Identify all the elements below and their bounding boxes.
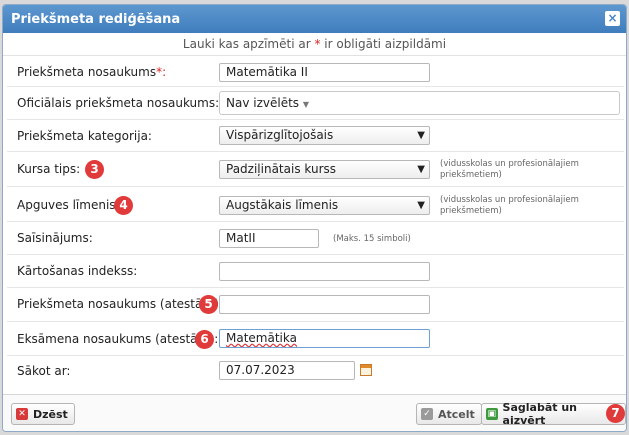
exam-name-value: Matemātika — [226, 331, 297, 345]
category-select[interactable]: Vispārizglītojošais ▼ — [219, 126, 430, 145]
exam-name-input[interactable]: Matemātika — [219, 329, 430, 348]
dialog-titlebar: Priekšmeta rediģēšana × — [3, 5, 626, 33]
save-icon: ▣ — [486, 408, 498, 420]
row-start-date: Sākot ar: 07.07.2023 — [7, 355, 624, 386]
course-type-label: Kursa tips: — [17, 162, 81, 176]
cancel-label: Atcelt — [438, 407, 475, 421]
certificate-name-label: Priekšmeta nosaukums (atestātā): — [17, 297, 224, 311]
abbreviation-input[interactable]: MatII — [219, 229, 319, 248]
exam-name-label: Eksāmena nosaukums (atestātā): — [17, 332, 219, 346]
notice-text-after: ir obligāti aizpildāmi — [320, 37, 447, 51]
step-badge-5: 5 — [199, 295, 218, 314]
row-abbreviation: Saīsinājums: MatII (Maks. 15 simboli) — [7, 221, 624, 255]
delete-button[interactable]: ✕ Dzēst — [11, 403, 75, 425]
cancel-button[interactable]: ✓ Atcelt — [416, 403, 482, 425]
save-label: Saglabāt un aizvērt — [502, 401, 577, 427]
row-course-type: Kursa tips: 3 Padziļinātais kurss ▼ (vid… — [7, 151, 624, 187]
chevron-down-icon: ▼ — [417, 200, 425, 211]
row-official-name: Oficiālais priekšmeta nosaukums: Nav izv… — [7, 86, 624, 120]
check-icon: ✓ — [421, 408, 433, 420]
category-label: Priekšmeta kategorija: — [17, 129, 152, 143]
edit-subject-dialog: Priekšmeta rediģēšana × Lauki kas apzīmē… — [2, 4, 627, 432]
sort-index-input[interactable] — [219, 262, 430, 281]
step-badge-3: 3 — [85, 160, 104, 179]
step-badge-6: 6 — [195, 330, 214, 349]
official-name-label: Oficiālais priekšmeta nosaukums: — [17, 96, 220, 110]
row-level: Apguves līmenis: 4 Augstākais līmenis ▼ … — [7, 186, 624, 222]
close-icon[interactable]: × — [605, 11, 620, 26]
dialog-footer: ✕ Dzēst ✓ Atcelt ▣ Saglabāt un aizvērt 7 — [3, 394, 626, 431]
level-value: Augstākais līmenis — [226, 198, 339, 212]
row-sort-index: Kārtošanas indekss: — [7, 254, 624, 288]
chevron-down-icon: ▼ — [417, 164, 425, 175]
subject-name-label-text: Priekšmeta nosaukums — [17, 65, 157, 79]
level-hint: (vidusskolas un profesionālajiem priekšm… — [440, 195, 579, 216]
category-value: Vispārizglītojošais — [226, 128, 334, 142]
abbreviation-hint: (Maks. 15 simboli) — [333, 234, 411, 244]
dropdown-arrow-icon: ▼ — [302, 100, 310, 109]
required-notice: Lauki kas apzīmēti ar * ir obligāti aizp… — [3, 33, 626, 56]
row-subject-name: Priekšmeta nosaukums*: Matemātika II — [7, 57, 624, 87]
chevron-down-icon: ▼ — [417, 130, 425, 141]
step-badge-4: 4 — [114, 196, 133, 215]
dialog-title: Priekšmeta rediģēšana — [11, 11, 181, 27]
course-type-hint: (vidusskolas un profesionālajiem priekšm… — [440, 159, 579, 180]
subject-name-input[interactable]: Matemātika II — [219, 63, 430, 82]
start-date-input[interactable]: 07.07.2023 — [219, 361, 355, 380]
course-type-select[interactable]: Padziļinātais kurss ▼ — [219, 160, 430, 179]
level-label: Apguves līmenis: — [17, 198, 120, 212]
delete-icon: ✕ — [16, 408, 28, 420]
notice-text-before: Lauki kas apzīmēti ar — [182, 37, 315, 51]
abbreviation-label: Saīsinājums: — [17, 231, 93, 245]
subject-name-label: Priekšmeta nosaukums*: — [17, 65, 166, 79]
official-name-value: Nav izvēlēts — [226, 96, 300, 110]
official-name-select[interactable]: Nav izvēlēts ▼ — [219, 91, 620, 115]
save-and-close-button[interactable]: ▣ Saglabāt un aizvērt — [481, 401, 626, 427]
start-date-label: Sākot ar: — [17, 364, 71, 378]
certificate-name-input[interactable] — [219, 295, 430, 314]
row-certificate-name: Priekšmeta nosaukums (atestātā): 5 — [7, 287, 624, 322]
required-mark: *: — [156, 65, 167, 79]
course-type-value: Padziļinātais kurss — [226, 162, 337, 176]
level-select[interactable]: Augstākais līmenis ▼ — [219, 196, 430, 215]
sort-index-label: Kārtošanas indekss: — [17, 264, 138, 278]
step-badge-7: 7 — [606, 404, 625, 423]
delete-label: Dzēst — [33, 407, 68, 421]
calendar-icon[interactable] — [360, 364, 372, 376]
row-category: Priekšmeta kategorija: Vispārizglītojoša… — [7, 119, 624, 152]
row-exam-name: Eksāmena nosaukums (atestātā): 6 Matemāt… — [7, 321, 624, 356]
